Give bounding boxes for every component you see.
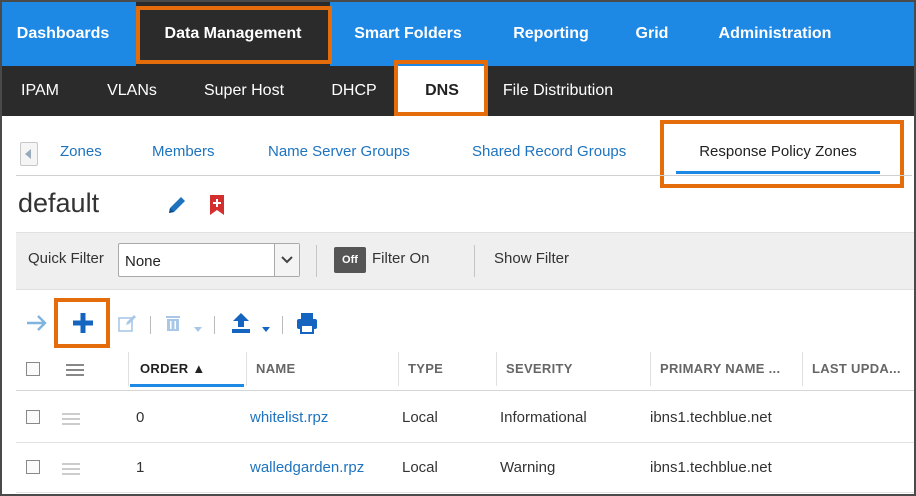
toolbar-divider [214,316,215,334]
tab-scroll-left-button[interactable] [20,142,38,166]
table-row[interactable]: 1 walledgarden.rpz Local Warning ibns1.t… [16,444,914,493]
top-nav-smart-folders[interactable]: Smart Folders [342,2,474,66]
toolbar-divider [282,316,283,334]
quick-filter-select[interactable]: None [118,243,300,277]
row-checkbox[interactable] [26,460,40,474]
tab-bar: Zones Members Name Server Groups Shared … [16,132,912,176]
column-divider [802,352,803,386]
cell-order: 0 [136,409,145,426]
export-button[interactable] [230,312,252,339]
drag-handle-icon [62,413,80,425]
bookmark-button[interactable] [208,194,226,221]
cell-name-link[interactable]: whitelist.rpz [250,394,400,442]
edit-title-button[interactable] [166,194,188,221]
highlight-data-management [136,6,332,64]
caret-down-icon [194,327,202,332]
bookmark-icon [210,195,224,215]
tab-response-policy-zones[interactable]: Response Policy Zones [676,132,880,174]
top-nav-grid[interactable]: Grid [622,2,682,66]
upload-icon [232,313,250,333]
column-header-severity[interactable]: SEVERITY [506,348,646,390]
column-header-order[interactable]: ORDER ▲ [130,348,244,387]
tab-name-server-groups[interactable]: Name Server Groups [268,132,410,174]
cell-severity: Informational [500,409,587,426]
cell-last-updated [812,444,912,492]
edit-button[interactable] [118,314,138,337]
column-divider [246,352,247,386]
tab-members[interactable]: Members [152,132,215,174]
menu-icon [66,364,84,376]
filter-toggle[interactable]: Off [334,247,366,273]
sub-nav-file-distribution[interactable]: File Distribution [490,66,626,116]
table-row[interactable]: 0 whitelist.rpz Local Informational ibns… [16,394,914,443]
quick-filter-label: Quick Filter [28,250,104,267]
top-nav-reporting[interactable]: Reporting [498,2,604,66]
column-header-name[interactable]: NAME [256,348,396,390]
delete-button[interactable] [164,314,182,337]
tab-zones[interactable]: Zones [60,132,102,174]
cell-last-updated [812,394,912,442]
edit-icon [118,315,136,332]
tab-baseline [16,175,912,176]
filter-on-label: Filter On [372,250,430,267]
row-drag-handle[interactable] [62,462,80,480]
delete-dropdown-button[interactable] [194,320,202,338]
export-dropdown-button[interactable] [262,320,270,338]
tab-shared-record-groups[interactable]: Shared Record Groups [472,132,626,174]
chevron-left-icon [25,149,31,159]
cell-primary-name-server: ibns1.techblue.net [650,409,772,426]
print-button[interactable] [296,312,318,339]
app-frame: Dashboards Data Management Smart Folders… [0,0,916,496]
column-divider [398,352,399,386]
cell-type: Local [402,409,438,426]
column-header-type[interactable]: TYPE [408,348,494,390]
column-divider [496,352,497,386]
drag-handle-icon [62,463,80,475]
column-menu-button[interactable] [66,363,84,381]
go-to-button[interactable] [26,314,48,337]
filter-bar: Quick Filter None Off Filter On Show Fil… [16,232,914,290]
row-drag-handle[interactable] [62,412,80,430]
top-nav-administration[interactable]: Administration [702,2,848,66]
quick-filter-dropdown-button[interactable] [274,244,299,276]
sub-nav-vlans[interactable]: VLANs [90,66,174,116]
trash-icon [166,316,180,331]
pencil-icon [169,197,185,213]
sub-nav-super-host[interactable]: Super Host [188,66,300,116]
top-nav-dashboards[interactable]: Dashboards [2,2,124,66]
highlight-dns [394,60,488,116]
grid-header-row: ORDER ▲ NAME TYPE SEVERITY PRIMARY NAME … [16,348,914,391]
filter-divider-2 [474,245,475,277]
sub-nav-dhcp[interactable]: DHCP [314,66,394,116]
cell-type: Local [402,459,438,476]
select-all-checkbox[interactable] [26,362,40,376]
column-header-last-updated[interactable]: LAST UPDA... [812,348,912,390]
sub-nav-ipam[interactable]: IPAM [2,66,78,116]
chevron-down-icon [281,256,293,264]
add-button[interactable] [72,312,94,339]
show-filter-link[interactable]: Show Filter [494,250,569,267]
column-divider [128,352,129,386]
plus-icon [73,313,93,333]
quick-filter-value: None [125,253,161,270]
caret-down-icon [262,327,270,332]
printer-icon [297,313,317,334]
cell-name-link[interactable]: walledgarden.rpz [250,444,400,492]
cell-order: 1 [136,459,145,476]
grid-toolbar [16,298,914,348]
cell-severity: Warning [500,459,556,476]
row-checkbox[interactable] [26,410,40,424]
toolbar-divider [150,316,151,334]
cell-primary-name-server: ibns1.techblue.net [650,459,772,476]
arrow-right-icon [27,315,47,331]
page-title: default [18,188,100,218]
filter-divider [316,245,317,277]
column-divider [650,352,651,386]
column-header-primary-name-server[interactable]: PRIMARY NAME ... [660,348,800,390]
